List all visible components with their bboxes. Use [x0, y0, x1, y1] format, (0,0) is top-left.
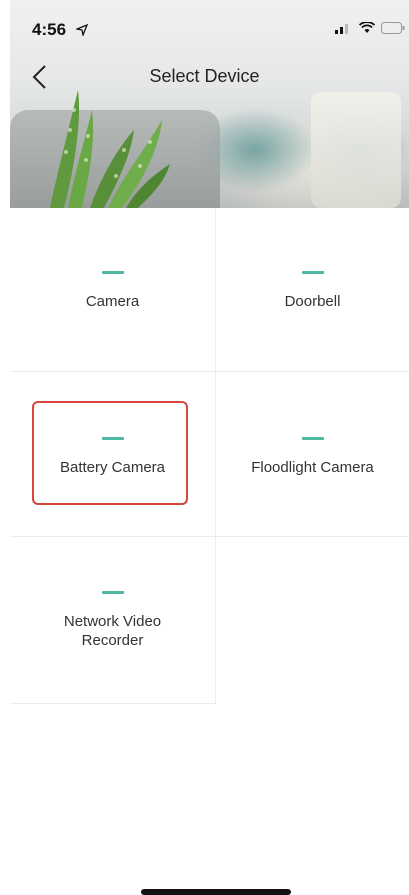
status-time: 4:56 — [32, 20, 67, 39]
pillow-shape — [311, 92, 401, 208]
device-tile-doorbell[interactable]: Doorbell — [216, 208, 409, 373]
device-tile-battery-camera[interactable]: Battery Camera — [10, 374, 215, 539]
device-tile-camera[interactable]: Camera — [10, 208, 215, 373]
device-label: Camera — [85, 292, 140, 310]
page-title: Select Device — [149, 66, 260, 86]
tile-accent-dash — [101, 270, 124, 274]
device-tile-floodlight-camera[interactable]: Floodlight Camera — [216, 374, 409, 539]
device-label: Network Video Recorder — [63, 613, 162, 649]
tile-accent-dash — [101, 591, 124, 594]
device-label: Doorbell — [284, 292, 341, 310]
wifi-icon — [359, 22, 375, 33]
home-indicator — [141, 889, 291, 895]
grid-divider — [10, 371, 409, 372]
device-tile-network-video-recorder[interactable]: Network Video Recorder — [10, 538, 215, 703]
tile-accent-dash — [301, 270, 324, 274]
device-label: Floodlight Camera — [251, 458, 374, 476]
battery-icon — [381, 22, 405, 34]
status-icons — [335, 22, 405, 34]
plant-illustration — [50, 90, 170, 208]
tile-accent-dash — [101, 436, 124, 440]
grid-divider — [10, 703, 216, 704]
grid-divider — [10, 536, 409, 537]
device-label: Battery Camera — [59, 458, 166, 476]
grid-divider — [215, 208, 216, 704]
tile-accent-dash — [301, 436, 324, 440]
signal-icon — [335, 24, 348, 34]
location-arrow-icon — [76, 24, 88, 36]
